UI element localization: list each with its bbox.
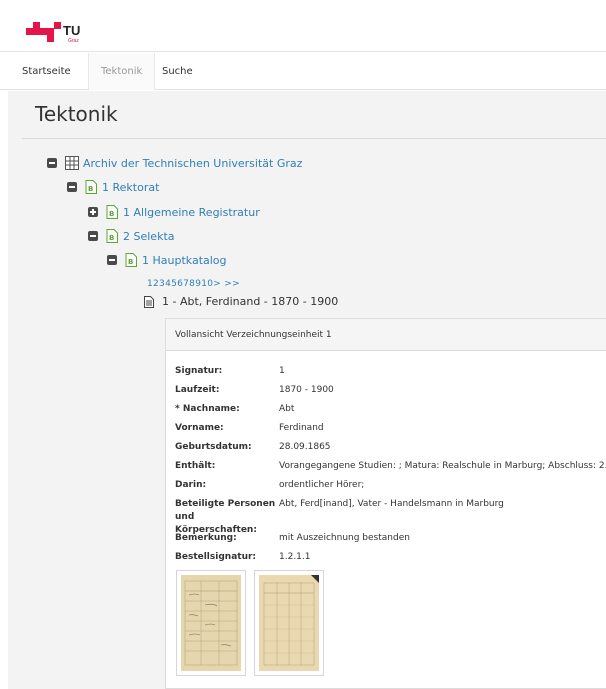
detail-panel: Vollansicht Verzeichnungseinheit 1 Signa…	[165, 318, 606, 689]
field-value: 1.2.1.1	[279, 552, 311, 562]
field-label: Laufzeit:	[175, 385, 220, 395]
tree-node-allgemeine-registratur: B 1 Allgemeine Registratur	[88, 203, 260, 221]
pagination[interactable]: 12345678910> >>	[147, 279, 240, 289]
logo-text: TU	[63, 23, 80, 38]
tree-node-hauptkatalog: B 1 Hauptkatalog	[107, 251, 227, 269]
main-nav: Startseite Tektonik Suche	[0, 53, 606, 90]
scanned-page-image	[181, 575, 241, 671]
panel-header: Vollansicht Verzeichnungseinheit 1	[166, 319, 606, 351]
field-label: Enthält:	[175, 461, 216, 471]
field-label: * Nachname:	[175, 404, 240, 414]
nav-suche[interactable]: Suche	[150, 53, 205, 90]
title-divider	[22, 138, 606, 139]
tree-root-row: Archiv der Technischen Universität Graz	[47, 154, 302, 172]
folder-b-icon: B	[106, 205, 118, 219]
tu-graz-logo[interactable]: TU Graz	[26, 22, 90, 44]
field-label: Bestellsignatur:	[175, 552, 257, 562]
tree-node-link[interactable]: 2 Selekta	[123, 230, 175, 243]
collapse-toggle-icon[interactable]	[88, 231, 98, 241]
svg-text:B: B	[109, 210, 114, 218]
field-label: Darin:	[175, 480, 207, 490]
document-icon	[144, 295, 154, 308]
nav-startseite[interactable]: Startseite	[10, 53, 83, 90]
tree-node-rektorat: B 1 Rektorat	[67, 178, 159, 196]
folder-b-icon: B	[85, 180, 97, 194]
field-value: Vorangegangene Studien: ; Matura: Realsc…	[279, 461, 606, 471]
field-label: Signatur:	[175, 366, 223, 376]
field-value: 1	[279, 366, 285, 376]
archive-grid-icon	[65, 156, 79, 170]
nav-tektonik[interactable]: Tektonik	[88, 53, 156, 90]
field-value: Abt, Ferd[inand], Vater - Handelsmann in…	[279, 499, 504, 509]
top-bar: TU Graz	[0, 0, 606, 52]
field-value: 28.09.1865	[279, 442, 331, 452]
field-value: mit Auszeichnung bestanden	[279, 533, 410, 543]
svg-text:B: B	[109, 234, 114, 242]
svg-text:B: B	[128, 258, 133, 266]
svg-text:B: B	[88, 185, 93, 193]
tree-node-link[interactable]: 1 Hauptkatalog	[142, 254, 227, 267]
collapse-toggle-icon[interactable]	[47, 158, 57, 168]
field-label: Bemerkung:	[175, 533, 237, 543]
collapse-toggle-icon[interactable]	[67, 182, 77, 192]
tree-node-link[interactable]: 1 Rektorat	[102, 181, 159, 194]
expand-toggle-icon[interactable]	[88, 207, 98, 217]
tree-node-selekta: B 2 Selekta	[88, 227, 175, 245]
scanned-page-image	[259, 575, 319, 671]
scan-thumbnail-1[interactable]	[176, 570, 246, 676]
field-label: Vorname:	[175, 423, 224, 433]
scan-thumbnail-2[interactable]	[254, 570, 324, 676]
folder-b-icon: B	[106, 229, 118, 243]
document-entry[interactable]: 1 - Abt, Ferdinand - 1870 - 1900	[144, 295, 338, 308]
tree-root-link[interactable]: Archiv der Technischen Universität Graz	[83, 157, 302, 170]
folder-b-icon: B	[125, 253, 137, 267]
logo-subtext: Graz	[68, 38, 79, 44]
collapse-toggle-icon[interactable]	[107, 255, 117, 265]
field-value: ordentlicher Hörer;	[279, 480, 365, 490]
document-label[interactable]: 1 - Abt, Ferdinand - 1870 - 1900	[162, 295, 338, 308]
field-value: Ferdinand	[279, 423, 324, 433]
field-value: 1870 - 1900	[279, 385, 334, 395]
page-title: Tektonik	[35, 102, 118, 126]
field-label: Geburtsdatum:	[175, 442, 252, 452]
tree-node-link[interactable]: 1 Allgemeine Registratur	[123, 206, 260, 219]
field-value: Abt	[279, 404, 295, 414]
